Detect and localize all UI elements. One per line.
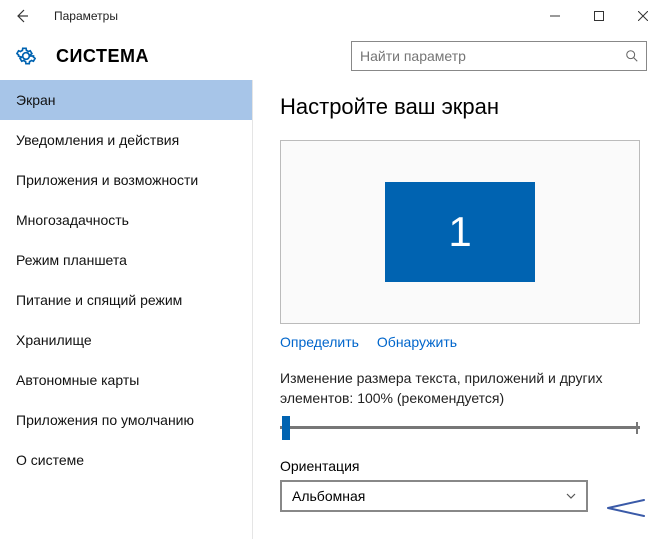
close-button[interactable]: [621, 0, 665, 32]
search-input[interactable]: [352, 48, 618, 64]
vertical-divider: [252, 80, 253, 539]
sidebar-item-multitasking[interactable]: Многозадачность: [0, 200, 252, 240]
maximize-icon: [594, 11, 604, 21]
orientation-label: Ориентация: [280, 458, 637, 474]
sidebar-item-power[interactable]: Питание и спящий режим: [0, 280, 252, 320]
scale-description: Изменение размера текста, приложений и д…: [280, 368, 640, 408]
sidebar-item-maps[interactable]: Автономные карты: [0, 360, 252, 400]
close-icon: [638, 11, 648, 21]
search-icon: [618, 49, 646, 63]
orientation-dropdown[interactable]: Альбомная: [280, 480, 588, 512]
scale-slider[interactable]: [280, 416, 640, 440]
display-preview[interactable]: 1: [280, 140, 640, 324]
sidebar-item-tablet[interactable]: Режим планшета: [0, 240, 252, 280]
arrow-left-icon: [14, 8, 30, 24]
sidebar-item-about[interactable]: О системе: [0, 440, 252, 480]
window-title: Параметры: [54, 9, 533, 23]
orientation-value: Альбомная: [282, 488, 556, 504]
identify-link[interactable]: Определить: [280, 334, 359, 350]
sidebar-item-defaults[interactable]: Приложения по умолчанию: [0, 400, 252, 440]
monitor-thumbnail[interactable]: 1: [385, 182, 535, 282]
sidebar: Экран Уведомления и действия Приложения …: [0, 80, 252, 539]
sidebar-item-notifications[interactable]: Уведомления и действия: [0, 120, 252, 160]
page-title: Настройте ваш экран: [280, 94, 637, 120]
minimize-icon: [550, 11, 560, 21]
minimize-button[interactable]: [533, 0, 577, 32]
maximize-button[interactable]: [577, 0, 621, 32]
back-button[interactable]: [8, 2, 36, 30]
search-box[interactable]: [351, 41, 647, 71]
sidebar-item-display[interactable]: Экран: [0, 80, 252, 120]
gear-icon: [14, 44, 38, 68]
slider-thumb[interactable]: [282, 416, 290, 440]
chevron-down-icon: [556, 490, 586, 502]
page-category-title: СИСТЕМА: [56, 46, 351, 67]
detect-link[interactable]: Обнаружить: [377, 334, 457, 350]
slider-tick: [636, 422, 638, 434]
sidebar-item-apps[interactable]: Приложения и возможности: [0, 160, 252, 200]
sidebar-item-storage[interactable]: Хранилище: [0, 320, 252, 360]
slider-track: [280, 426, 640, 429]
